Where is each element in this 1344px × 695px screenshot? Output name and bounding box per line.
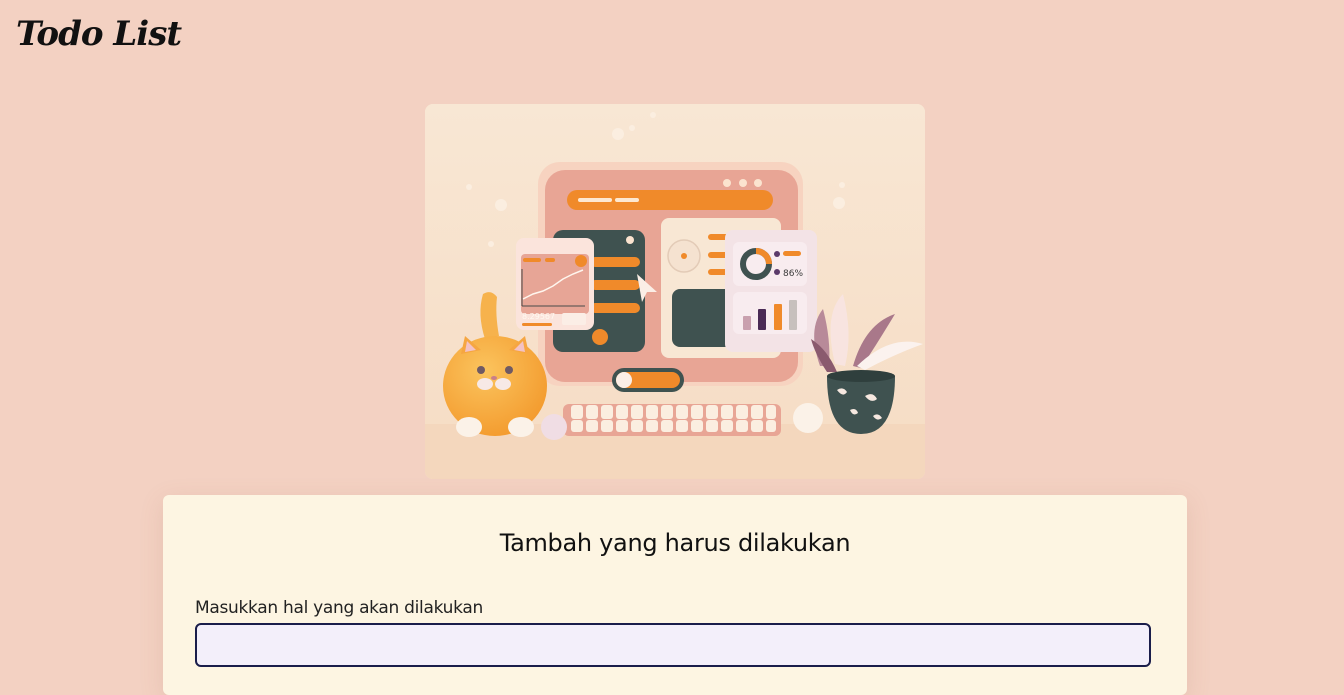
app-title: Todo List: [16, 14, 182, 54]
add-todo-card: Tambah yang harus dilakukan Masukkan hal…: [163, 495, 1187, 695]
illustration-percent-text: 86%: [783, 269, 803, 279]
todo-input-label: Masukkan hal yang akan dilakukan: [195, 598, 483, 618]
workspace-illustration-image: 8.29567 86%: [425, 104, 925, 479]
todo-input[interactable]: [195, 623, 1151, 667]
hero-illustration: 8.29567 86%: [425, 104, 925, 479]
illustration-stat-text: 8.29567: [522, 312, 555, 321]
form-title: Tambah yang harus dilakukan: [499, 529, 851, 557]
